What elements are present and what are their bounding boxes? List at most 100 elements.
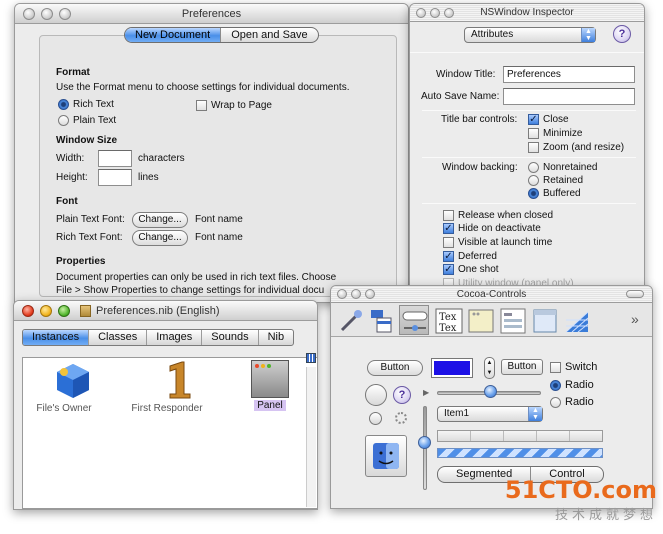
zoom-icon[interactable] (365, 289, 375, 299)
tab-sounds[interactable]: Sounds (202, 330, 259, 345)
nonretained-radio[interactable] (528, 162, 539, 173)
first-responder-item[interactable]: First Responder (127, 360, 207, 414)
matrix-control[interactable] (437, 430, 603, 442)
help-icon[interactable]: ? (613, 25, 631, 43)
divider (410, 52, 644, 53)
close-icon[interactable] (416, 8, 426, 18)
windows-palette-icon[interactable] (529, 305, 559, 335)
one-shot-checkbox[interactable]: ✓ (443, 264, 454, 275)
containers-palette-icon[interactable] (465, 305, 495, 335)
minimize-icon[interactable] (351, 289, 361, 299)
text-palette-icon[interactable]: Tex Tex (433, 305, 463, 335)
controls-palette-icon[interactable] (399, 305, 429, 335)
properties-heading: Properties (56, 256, 106, 267)
properties-line-1: Document properties can only be used in … (56, 272, 337, 283)
rich-font-name: Font name (195, 232, 243, 243)
wrap-to-page-checkbox[interactable] (196, 100, 207, 111)
minimize-checkbox[interactable] (528, 128, 539, 139)
item1-popup[interactable]: Item1 ▲ ▼ (437, 406, 543, 422)
tab-open-and-save[interactable]: Open and Save (221, 28, 317, 42)
watermark: 51CTO.com 技术成就梦想 (505, 476, 657, 523)
grid-palette-icon[interactable] (561, 305, 591, 335)
nib-tabs: Instances Classes Images Sounds Nib (22, 329, 295, 346)
tab-classes[interactable]: Classes (89, 330, 148, 345)
close-icon[interactable] (337, 289, 347, 299)
menus-palette-icon[interactable] (367, 305, 397, 335)
stepper-control[interactable]: ▲ ▼ (484, 357, 495, 379)
retained-radio[interactable] (528, 175, 539, 186)
square-button-control[interactable]: Button (501, 359, 543, 375)
minimize-label: Minimize (543, 128, 583, 139)
close-icon[interactable] (23, 8, 35, 20)
window-title-field[interactable]: Preferences (503, 66, 635, 83)
auto-save-field[interactable] (503, 88, 635, 105)
inspector-mode-popup[interactable]: Attributes ▲ ▼ (464, 27, 596, 43)
buffered-label: Buffered (543, 188, 581, 199)
files-owner-item[interactable]: File's Owner (29, 362, 99, 414)
panel-item[interactable]: Panel (245, 360, 295, 416)
plain-text-radio[interactable] (58, 115, 69, 126)
instances-view: File's Owner First Responder Panel (22, 357, 317, 509)
buffered-radio[interactable] (528, 188, 539, 199)
close-checkbox[interactable]: ✓ (528, 114, 539, 125)
release-when-closed-checkbox[interactable] (443, 210, 454, 221)
scrollbar[interactable] (306, 367, 316, 507)
plain-text-label: Plain Text (73, 115, 117, 126)
tab-new-document[interactable]: New Document (125, 28, 222, 42)
tab-images[interactable]: Images (147, 330, 203, 345)
cube-icon (56, 364, 89, 398)
preferences-panel: New Document Open and Save Format Use th… (39, 27, 397, 297)
color-well[interactable] (431, 358, 473, 378)
width-label: Width: (56, 153, 85, 164)
more-palettes-icon[interactable]: » (631, 311, 639, 327)
finder-image-well[interactable] (365, 435, 407, 477)
zoom-icon[interactable] (58, 305, 70, 317)
view-mode-icon[interactable] (306, 353, 316, 363)
watermark-logo: 51CTO.com (504, 476, 657, 504)
finder-face-icon (373, 443, 399, 469)
vertical-slider-knob[interactable] (418, 436, 431, 449)
rich-text-radio[interactable] (58, 99, 69, 110)
round-button-control[interactable] (365, 384, 387, 406)
minimize-icon[interactable] (430, 8, 440, 18)
title-bar-controls-label: Title bar controls: (441, 114, 518, 125)
properties-line-2: File > Show Properties to change setting… (56, 285, 325, 296)
radio-1[interactable] (550, 380, 561, 391)
tab-instances[interactable]: Instances (23, 330, 90, 345)
progress-spinner-icon (395, 412, 407, 424)
wand-icon[interactable] (335, 305, 365, 335)
switch-checkbox[interactable] (550, 362, 561, 373)
chevron-updown-icon: ▲ ▼ (528, 407, 542, 421)
radio-2-label: Radio (565, 396, 594, 408)
small-round-button[interactable] (369, 412, 382, 425)
window-icon (251, 360, 289, 398)
hide-on-deactivate-checkbox[interactable]: ✓ (443, 223, 454, 234)
tab-nib[interactable]: Nib (259, 330, 294, 345)
width-field[interactable] (98, 150, 132, 167)
minimize-icon[interactable] (41, 8, 53, 20)
deferred-checkbox[interactable]: ✓ (443, 251, 454, 262)
preferences-titlebar: Preferences (15, 4, 408, 24)
window-backing-label: Window backing: (442, 162, 518, 173)
zoom-icon[interactable] (444, 8, 454, 18)
one-shot-label: One shot (458, 264, 499, 275)
visible-at-launch-checkbox[interactable] (443, 237, 454, 248)
zoom-checkbox[interactable] (528, 142, 539, 153)
rich-font-change-button[interactable]: Change... (132, 230, 188, 246)
radio-1-label: Radio (565, 379, 594, 391)
chevron-updown-icon: ▲ ▼ (581, 28, 595, 42)
zoom-icon[interactable] (59, 8, 71, 20)
toolbar-toggle-icon[interactable] (626, 290, 644, 298)
nib-titlebar: Preferences.nib (English) (14, 301, 317, 321)
nonretained-label: Nonretained (543, 162, 598, 173)
data-palette-icon[interactable] (497, 305, 527, 335)
inspector-titlebar: NSWindow Inspector (410, 4, 644, 22)
horizontal-slider-knob[interactable] (484, 385, 497, 398)
help-button-icon[interactable]: ? (393, 386, 411, 404)
plain-font-change-button[interactable]: Change... (132, 212, 188, 228)
radio-2[interactable] (550, 397, 561, 408)
height-field[interactable] (98, 169, 132, 186)
minimize-icon[interactable] (40, 305, 52, 317)
close-icon[interactable] (22, 305, 34, 317)
button-control[interactable]: Button (367, 360, 423, 376)
